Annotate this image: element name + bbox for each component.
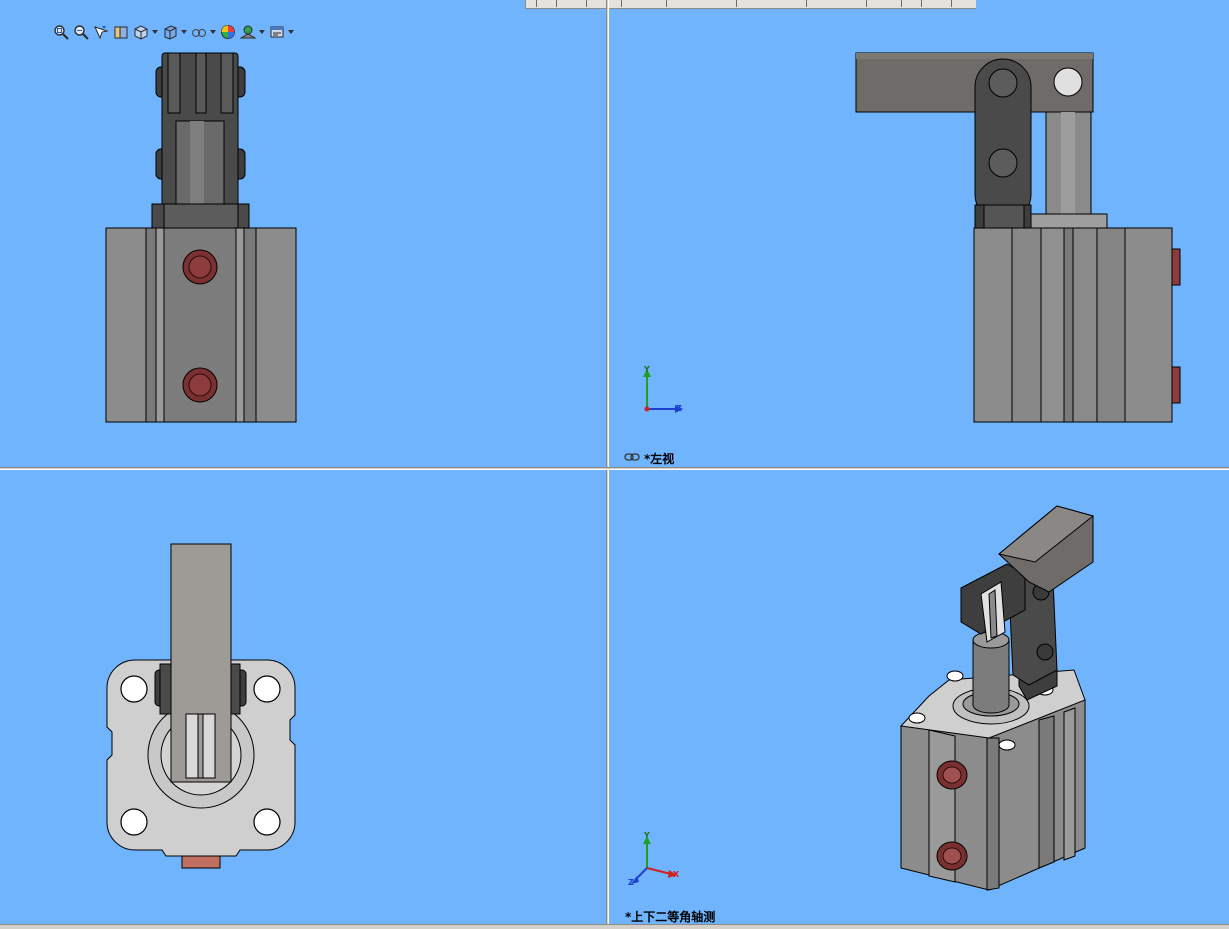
- section-view-icon[interactable]: [112, 24, 129, 41]
- chevron-down-icon[interactable]: [288, 24, 294, 41]
- coordinate-triad: [631, 836, 677, 884]
- top-view-model: [106, 543, 296, 869]
- viewport-top[interactable]: [0, 470, 606, 924]
- view-orientation-icon[interactable]: [132, 24, 149, 41]
- viewport-left[interactable]: Y Z *左视: [609, 9, 1229, 467]
- front-view-model: [105, 52, 297, 423]
- triad-z-label: Z: [628, 878, 634, 887]
- viewport-splitter-vertical[interactable]: [606, 0, 609, 929]
- status-bar-edge: [0, 924, 1229, 929]
- viewport-front[interactable]: [0, 9, 606, 467]
- apply-scene-icon[interactable]: [239, 24, 256, 41]
- hide-show-items-icon[interactable]: [190, 24, 207, 41]
- zoom-to-fit-icon[interactable]: [52, 24, 69, 41]
- edit-appearance-icon[interactable]: [219, 24, 236, 41]
- chevron-down-icon[interactable]: [181, 24, 187, 41]
- zoom-to-area-icon[interactable]: [72, 24, 89, 41]
- top-toolbar-strip: [0, 0, 1229, 9]
- heads-up-view-toolbar: [52, 22, 294, 42]
- view-settings-icon[interactable]: [268, 24, 285, 41]
- link-views-icon[interactable]: [624, 452, 640, 462]
- chevron-down-icon[interactable]: [259, 24, 265, 41]
- viewport-label-isometric: *上下二等角轴测: [625, 910, 716, 924]
- previous-view-icon[interactable]: [92, 24, 109, 41]
- viewport-label-left: *左视: [644, 452, 675, 466]
- triad-y-label: Y: [644, 365, 650, 374]
- viewport-splitter-horizontal[interactable]: [0, 467, 1229, 470]
- triad-x-label: X: [673, 870, 680, 879]
- chevron-down-icon[interactable]: [152, 24, 158, 41]
- viewport-isometric[interactable]: Y X Z *上下二等角轴测: [609, 470, 1229, 924]
- triad-y-label: Y: [644, 831, 650, 840]
- triad-z-label: Z: [676, 404, 682, 413]
- display-style-icon[interactable]: [161, 24, 178, 41]
- command-manager-bar[interactable]: [525, 0, 976, 9]
- left-view-model: [643, 52, 1181, 423]
- isometric-view-model: [631, 505, 1095, 891]
- chevron-down-icon[interactable]: [210, 24, 216, 41]
